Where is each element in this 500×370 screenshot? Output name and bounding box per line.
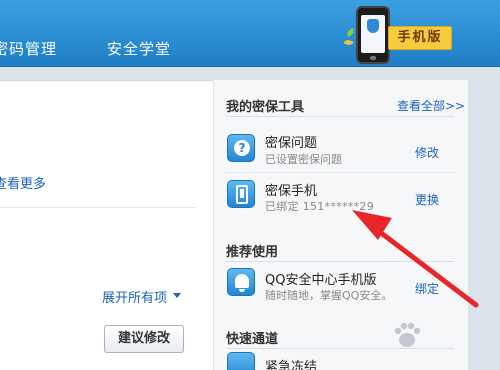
chevron-down-icon[interactable] (173, 293, 181, 298)
tool-name: QQ安全中心手机版 (265, 273, 377, 288)
mobile-version-badge[interactable]: 手机版 (340, 4, 460, 68)
suggest-edit-button[interactable]: 建议修改 (104, 325, 184, 353)
divider (226, 261, 454, 262)
tool-name: 密保手机 (265, 184, 318, 199)
divider (226, 116, 454, 117)
expand-all-link[interactable]: 展开所有项 (102, 287, 167, 306)
paw-icon (394, 322, 421, 347)
top-nav: 密码管理 安全学堂 手机版 (0, 0, 500, 67)
tool-desc: 已设置密保问题 (265, 153, 342, 166)
my-tools-title: 我的密保工具 (226, 100, 305, 115)
phone-icon (356, 6, 390, 64)
bound-phone-number: 已绑定 151******29 (265, 200, 374, 213)
modify-link[interactable]: 修改 (415, 144, 439, 161)
bind-link[interactable]: 绑定 (415, 280, 439, 297)
watermark (388, 316, 498, 370)
see-more-link[interactable]: 查看更多 (0, 173, 46, 192)
divider (0, 207, 196, 208)
recommend-title: 推荐使用 (226, 245, 279, 260)
leaf-icon (345, 27, 356, 38)
freeze-icon (227, 352, 255, 370)
question-icon: ? (227, 134, 255, 162)
emergency-freeze-link[interactable]: 紧急冻结 (265, 356, 317, 370)
tool-name: 密保问题 (265, 136, 318, 151)
leaf-icon (343, 38, 354, 47)
change-link[interactable]: 更换 (415, 191, 439, 208)
tool-desc: 随时随地，掌握QQ安全。 (265, 289, 393, 302)
view-all-link[interactable]: 查看全部>> (397, 97, 465, 114)
nav-item-password-management[interactable]: 密码管理 (0, 38, 57, 59)
nav-item-security-school[interactable]: 安全学堂 (107, 38, 171, 59)
shield-icon (367, 19, 379, 33)
mobile-version-label: 手机版 (388, 26, 452, 50)
phone-icon (227, 180, 255, 208)
quick-channel-title: 快速通道 (226, 332, 279, 347)
divider (226, 172, 454, 173)
bell-icon (227, 268, 255, 296)
